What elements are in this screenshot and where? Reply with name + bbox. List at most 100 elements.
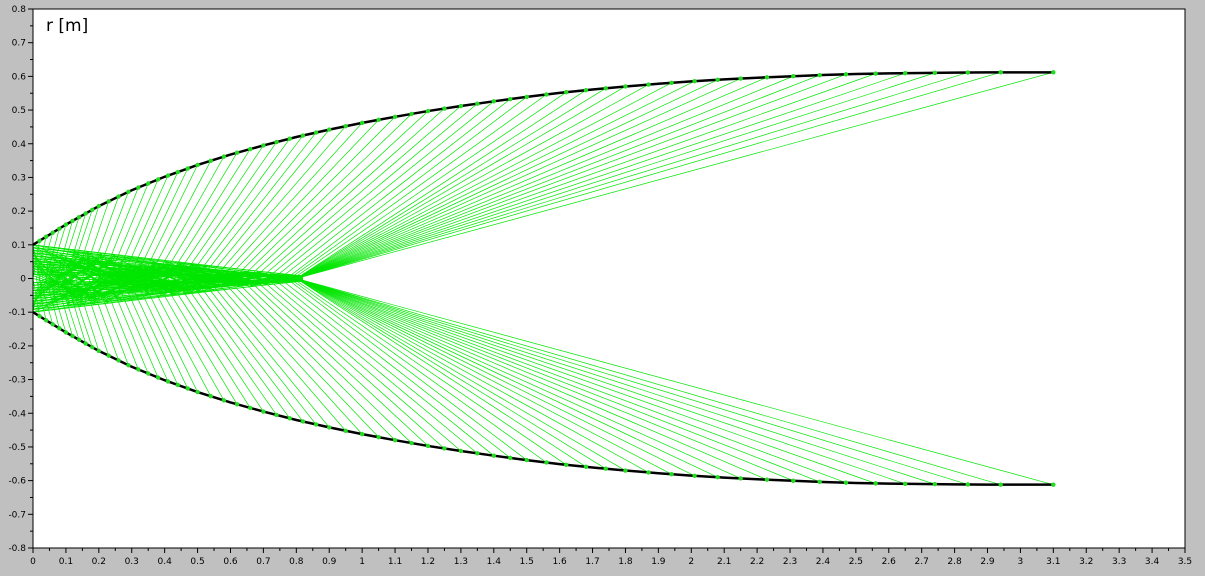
wall-point <box>155 177 161 182</box>
wall-point <box>43 318 49 323</box>
wall-point <box>475 451 480 456</box>
wall-point <box>873 481 878 486</box>
wall-point <box>965 70 970 75</box>
wall-point <box>932 70 938 76</box>
wall-point <box>195 389 200 395</box>
x-tick-label: 0.8 <box>289 557 304 567</box>
wall-point <box>126 362 131 368</box>
wall-point <box>175 382 181 388</box>
wall-point <box>327 127 332 132</box>
x-tick-label: 2.7 <box>915 557 929 567</box>
wall-point <box>646 82 651 87</box>
wall-point <box>409 111 414 117</box>
wall-point <box>300 133 306 138</box>
wall-point <box>692 473 697 478</box>
wall-point <box>458 103 464 109</box>
x-tick-label: 2.5 <box>849 557 863 567</box>
wall-point <box>623 84 628 89</box>
wall-point <box>57 326 62 331</box>
y-tick-label: -0.3 <box>8 376 26 386</box>
wall-point <box>76 337 82 343</box>
x-tick-label: 0.3 <box>125 557 139 567</box>
wall-point <box>57 226 62 231</box>
wall-point <box>791 74 796 79</box>
wall-point <box>359 120 365 126</box>
wall-point <box>185 166 190 171</box>
wall-point <box>1051 482 1056 487</box>
wall-point <box>185 386 190 391</box>
wall-point <box>508 455 513 461</box>
wall-point <box>208 158 213 163</box>
x-axis: 0 0.1 0.2 0.3 0.4 0.5 0.6 0.7 0.8 0.9 1 1.1 1.2 1.3 1.… <box>30 547 1192 567</box>
wall-point <box>475 101 480 106</box>
wall-point <box>965 482 970 487</box>
wall-point <box>791 478 796 483</box>
wall-point <box>43 234 49 239</box>
wall-point <box>903 481 908 487</box>
wall-point <box>409 440 414 446</box>
x-tick-label: 0.2 <box>92 557 106 567</box>
y-tick-label: 0.6 <box>12 72 27 82</box>
wall-point <box>76 214 82 220</box>
wall-point <box>524 94 529 100</box>
x-tick-label: 1.1 <box>388 557 402 567</box>
wall-point <box>491 99 496 104</box>
y-tick-label: 0.1 <box>12 241 26 251</box>
wall-point <box>932 481 938 487</box>
x-tick-label: 2 <box>688 557 694 567</box>
wall-point <box>70 333 75 339</box>
wall-point <box>998 70 1003 75</box>
wall-point <box>146 181 151 186</box>
wall-point <box>903 70 908 76</box>
wall-point <box>458 448 464 454</box>
wall-point <box>96 203 102 209</box>
wall-point <box>764 477 770 482</box>
x-tick-label: 0.6 <box>223 557 238 567</box>
y-tick-label: 0.8 <box>12 5 27 15</box>
wall-point <box>376 434 381 440</box>
wall-point <box>63 222 69 227</box>
y-tick-label: -0.4 <box>8 409 26 419</box>
wall-point <box>738 476 743 481</box>
x-tick-label: 1.3 <box>454 557 468 567</box>
y-tick-label: 0 <box>20 275 26 285</box>
wall-point <box>738 76 743 81</box>
y-tick-label: -0.1 <box>8 308 26 318</box>
wall-point <box>221 398 227 403</box>
wall-point <box>692 79 697 84</box>
x-tick-label: 2.2 <box>750 557 764 567</box>
wall-point <box>313 422 319 427</box>
wall-point <box>1051 70 1056 75</box>
wall-point <box>70 218 75 224</box>
x-tick-label: 0.7 <box>256 557 270 567</box>
y-tick-label: 0.2 <box>12 207 26 217</box>
x-tick-label: 1.2 <box>421 557 435 567</box>
y-tick-label: 0.4 <box>12 140 27 150</box>
wall-point <box>234 150 240 155</box>
wall-point <box>669 80 674 86</box>
wall-point <box>544 460 549 465</box>
wall-point <box>998 482 1003 487</box>
x-tick-label: 3.5 <box>1178 557 1192 567</box>
wall-point <box>313 130 319 135</box>
wall-point <box>83 341 88 346</box>
x-tick-label: 2.1 <box>717 557 731 567</box>
wall-point <box>287 416 292 421</box>
wall-point <box>248 146 253 152</box>
wall-point <box>392 114 398 120</box>
wall-point <box>165 173 171 178</box>
wall-point <box>175 169 181 175</box>
wall-point <box>37 238 42 243</box>
wall-point <box>359 431 365 437</box>
wall-point <box>425 443 431 449</box>
x-tick-label: 2.4 <box>816 557 831 567</box>
wall-point <box>248 405 253 411</box>
wall-point <box>274 139 279 145</box>
wall-point <box>442 106 447 111</box>
wall-point <box>508 96 513 102</box>
wall-point <box>146 371 151 376</box>
x-tick-label: 1 <box>359 557 365 567</box>
x-tick-label: 3.1 <box>1046 557 1060 567</box>
wall-point <box>50 230 55 235</box>
wall-point <box>343 124 348 129</box>
